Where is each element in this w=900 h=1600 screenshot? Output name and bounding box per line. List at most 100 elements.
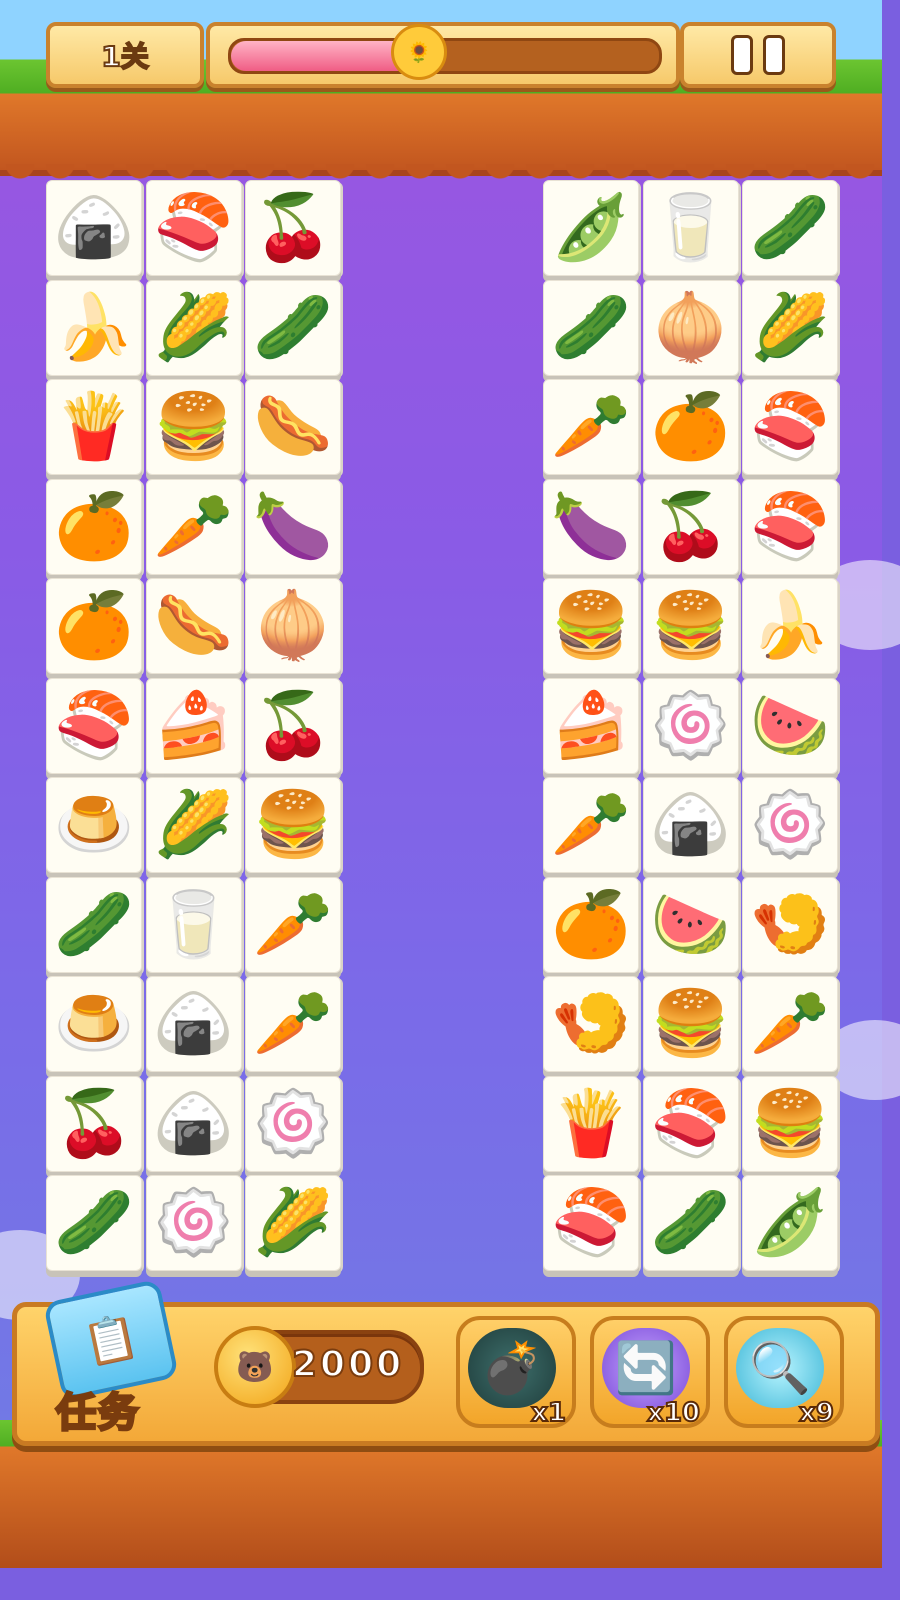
tile-food-icon: 🍊 [54,489,134,564]
tile-left-r4-c3[interactable]: 🍆 [245,478,341,575]
tile-left-r7-c1[interactable]: 🍮 [46,777,142,873]
tile-food-icon: 🍔 [750,1086,830,1161]
tile-right-r9-c3[interactable]: 🥕 [742,976,838,1072]
tile-left-r2-c1[interactable]: 🍌 [46,279,142,376]
tile-right-r11-c3[interactable]: 🫛 [742,1175,838,1271]
tile-right-r1-c2[interactable]: 🥛 [642,180,739,276]
tile-right-r5-c3[interactable]: 🍌 [742,578,838,674]
tile-left-r7-c2[interactable]: 🌽 [145,777,242,873]
tile-left-r8-c3[interactable]: 🥕 [245,876,341,973]
tile-food-icon: 🍒 [54,1086,134,1161]
tile-right-r10-c1[interactable]: 🍟 [543,1075,639,1172]
tile-right-r3-c3[interactable]: 🍣 [742,379,838,475]
tile-right-r2-c1[interactable]: 🥒 [543,279,639,376]
tile-left-r1-c2[interactable]: 🍣 [145,180,242,276]
tile-food-icon: 🧅 [253,589,333,663]
tile-food-icon: 🍔 [551,589,631,663]
tile-left-r4-c2[interactable]: 🥕 [145,478,242,575]
tile-left-r1-c1[interactable]: 🍙 [46,180,142,276]
tile-right-r3-c2[interactable]: 🍊 [642,379,739,475]
shuffle-tool-button[interactable]: 🔄 x10 [590,1316,710,1429]
tile-left-r11-c1[interactable]: 🥒 [46,1175,142,1271]
tile-left-r9-c2[interactable]: 🍙 [145,976,242,1072]
tile-right-r6-c3[interactable]: 🍉 [742,677,838,774]
tile-food-icon: 🥒 [54,887,134,962]
tile-right-r6-c2[interactable]: 🍥 [642,677,739,774]
tile-right-r3-c1[interactable]: 🥕 [543,379,639,475]
tile-right-r2-c2[interactable]: 🧅 [642,279,739,376]
tile-right-r7-c3[interactable]: 🍥 [742,777,838,873]
tile-right-r11-c1[interactable]: 🍣 [543,1175,639,1271]
tile-left-r2-c2[interactable]: 🌽 [145,279,242,376]
tile-food-icon: 🍣 [750,390,830,464]
tile-left-r2-c3[interactable]: 🥒 [245,279,341,376]
tile-right-r10-c3[interactable]: 🍔 [742,1075,838,1172]
tile-left-r3-c3[interactable]: 🌭 [245,379,341,475]
tile-food-icon: 🍰 [153,688,234,763]
tile-right-r4-c3[interactable]: 🍣 [742,478,838,575]
tile-left-r11-c2[interactable]: 🍥 [145,1175,242,1271]
tile-left-r9-c1[interactable]: 🍮 [46,976,142,1072]
tile-food-icon: 🍰 [551,688,631,763]
tile-right-r1-c3[interactable]: 🥒 [742,180,838,276]
tile-left-r6-c2[interactable]: 🍰 [145,677,242,774]
tile-food-icon: 🥒 [750,191,830,265]
tile-left-r10-c1[interactable]: 🍒 [46,1075,142,1172]
tile-left-r5-c1[interactable]: 🍊 [46,578,142,674]
tile-food-icon: 🥕 [253,987,333,1061]
tile-right-r10-c2[interactable]: 🍣 [642,1075,739,1172]
tile-right-r4-c2[interactable]: 🍒 [642,478,739,575]
tile-left-r4-c1[interactable]: 🍊 [46,478,142,575]
tile-right-r11-c2[interactable]: 🥒 [642,1175,739,1271]
shuffle-tool-count: x10 [646,1397,701,1429]
tile-right-r5-c1[interactable]: 🍔 [543,578,639,674]
tile-food-icon: 🍣 [650,1086,731,1161]
tile-left-r7-c3[interactable]: 🍔 [245,777,341,873]
tile-right-r8-c3[interactable]: 🍤 [742,876,838,973]
tile-left-r8-c1[interactable]: 🥒 [46,876,142,973]
pause-button[interactable] [680,22,836,88]
tile-right-r8-c2[interactable]: 🍉 [642,876,739,973]
tile-right-r8-c1[interactable]: 🍊 [543,876,639,973]
tile-left-r8-c2[interactable]: 🥛 [145,876,242,973]
tile-left-r1-c3[interactable]: 🍒 [245,180,341,276]
tile-left-r3-c1[interactable]: 🍟 [46,379,142,475]
tile-right-r9-c2[interactable]: 🍔 [642,976,739,1072]
bomb-tool-button[interactable]: 💣 x1 [456,1316,576,1429]
tile-right-r9-c1[interactable]: 🍤 [543,976,639,1072]
tile-food-icon: 🥒 [551,290,631,365]
tile-left-r5-c3[interactable]: 🧅 [245,578,341,674]
tile-right-r2-c3[interactable]: 🌽 [742,279,838,376]
tile-left-r5-c2[interactable]: 🌭 [145,578,242,674]
tile-left-r3-c2[interactable]: 🍔 [145,379,242,475]
tile-right-r1-c1[interactable]: 🫛 [543,180,639,276]
tile-left-r10-c2[interactable]: 🍙 [145,1075,242,1172]
tile-food-icon: 🍉 [650,887,731,962]
tile-left-r11-c3[interactable]: 🌽 [245,1175,341,1271]
sunflower-face-icon: 🌻 [391,24,448,80]
tile-food-icon: 🍆 [253,489,333,564]
magnifier-tool-count: x9 [798,1397,835,1429]
tile-food-icon: 🥕 [153,489,234,564]
tile-left-r10-c3[interactable]: 🍥 [245,1075,341,1172]
tile-food-icon: 🍌 [54,290,134,365]
tile-left-r6-c1[interactable]: 🍣 [46,677,142,774]
tile-right-r5-c2[interactable]: 🍔 [642,578,739,674]
bomb-tool-count: x1 [530,1397,567,1429]
tile-food-icon: 🍤 [551,987,631,1061]
tile-food-icon: 🍒 [253,688,333,763]
tile-right-r7-c1[interactable]: 🥕 [543,777,639,873]
task-button[interactable]: 📋 任务 [38,1278,180,1438]
level-label: 1关 [100,39,150,74]
tile-left-r6-c3[interactable]: 🍒 [245,677,341,774]
tile-right-r6-c1[interactable]: 🍰 [543,677,639,774]
tile-food-icon: 🫛 [750,1186,830,1260]
tile-left-r9-c3[interactable]: 🥕 [245,976,341,1072]
tile-food-icon: 🍙 [650,788,731,862]
coin-icon: 🐻 [214,1326,296,1408]
magnifier-tool-button[interactable]: 🔍 x9 [724,1316,844,1429]
tile-right-r7-c2[interactable]: 🍙 [642,777,739,873]
tile-food-icon: 🍊 [551,887,631,962]
tile-food-icon: 🥛 [153,887,234,962]
tile-right-r4-c1[interactable]: 🍆 [543,478,639,575]
